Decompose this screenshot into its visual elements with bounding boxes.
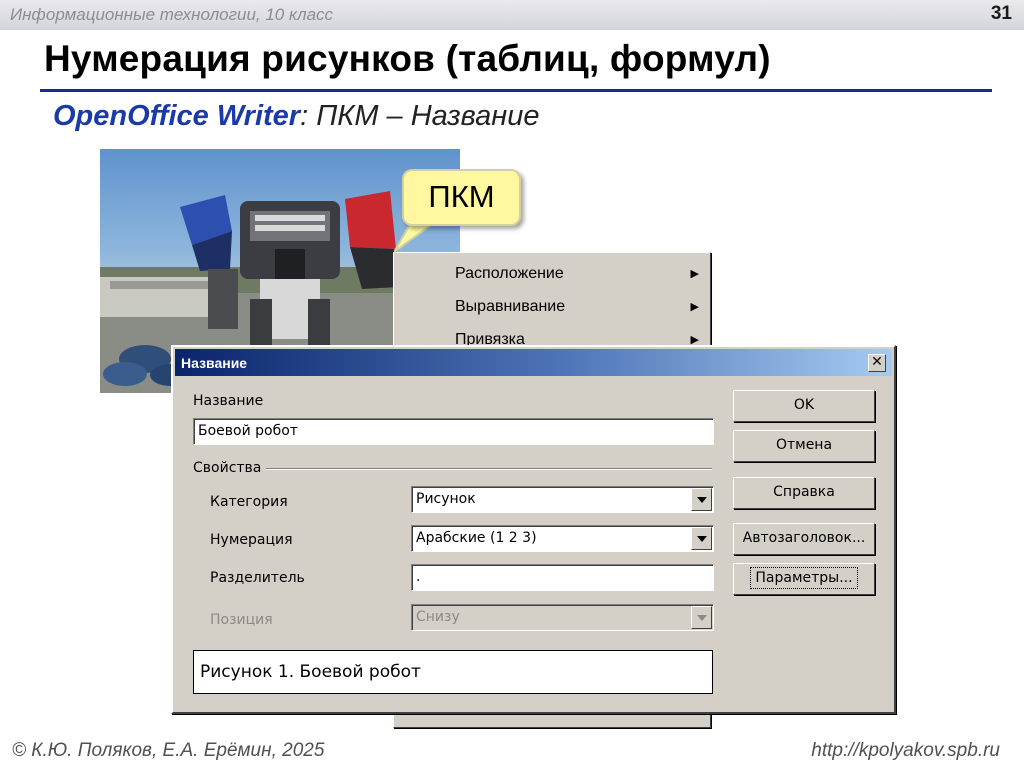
options-button[interactable]: Параметры... [733,563,875,595]
properties-group-label: Свойства [193,460,262,476]
caption-name-label: Название [193,393,264,409]
position-label: Позиция [210,612,273,628]
dialog-titlebar[interactable]: Название ✕ [175,349,892,376]
caption-dialog: Название ✕ Название Боевой робот Свойств… [171,345,896,714]
menu-item-label: Расположение [455,265,564,282]
cancel-button[interactable]: Отмена [733,430,875,462]
app-name: OpenOffice Writer [53,100,301,132]
dropdown-arrow-icon[interactable] [691,527,712,550]
subtitle: OpenOffice Writer: ПКМ – Название [53,100,540,133]
help-button[interactable]: Справка [733,477,875,509]
arrow-right-icon: ▶ [690,268,699,280]
footer-link[interactable]: http://kpolyakov.spb.ru [811,740,1000,762]
numbering-select[interactable]: Арабские (1 2 3) [411,525,714,552]
slide-number: 31 [990,3,1012,24]
dropdown-arrow-icon [691,606,712,629]
callout-rmb: ПКМ [402,169,521,226]
properties-divider [266,468,712,470]
ok-button[interactable]: OK [733,390,875,422]
options-button-label: Параметры... [750,567,858,589]
menu-item-label: Выравнивание [455,298,566,315]
menu-item-alignment[interactable]: Выравнивание ▶ [394,290,710,323]
caption-preview: Рисунок 1. Боевой робот [193,650,713,694]
menu-item-position[interactable]: Расположение ▶ [394,257,710,290]
dialog-title: Название [181,355,248,371]
autocaption-button[interactable]: Автозаголовок... [733,523,875,555]
footer-author: © К.Ю. Поляков, Е.А. Ерёмин, 2025 [12,740,325,761]
course-name: Информационные технологии, 10 класс [10,5,334,24]
separator-label: Разделитель [210,570,305,586]
separator-field[interactable]: . [411,564,714,591]
category-select[interactable]: Рисунок [411,486,714,513]
title-underline [40,89,992,92]
position-value: Снизу [416,609,460,625]
numbering-label: Нумерация [210,532,293,548]
subtitle-rest: : ПКМ – Название [300,100,540,132]
caption-name-field[interactable]: Боевой робот [193,418,714,445]
numbering-value: Арабские (1 2 3) [416,530,537,546]
top-bar: Информационные технологии, 10 класс 31 [0,0,1024,30]
category-value: Рисунок [416,491,476,507]
arrow-right-icon: ▶ [690,301,699,313]
category-label: Категория [210,494,288,510]
slide-title: Нумерация рисунков (таблиц, формул) [44,38,771,79]
close-icon[interactable]: ✕ [868,354,886,372]
position-select: Снизу [411,604,714,631]
callout-text: ПКМ [428,179,495,214]
dropdown-arrow-icon[interactable] [691,488,712,511]
